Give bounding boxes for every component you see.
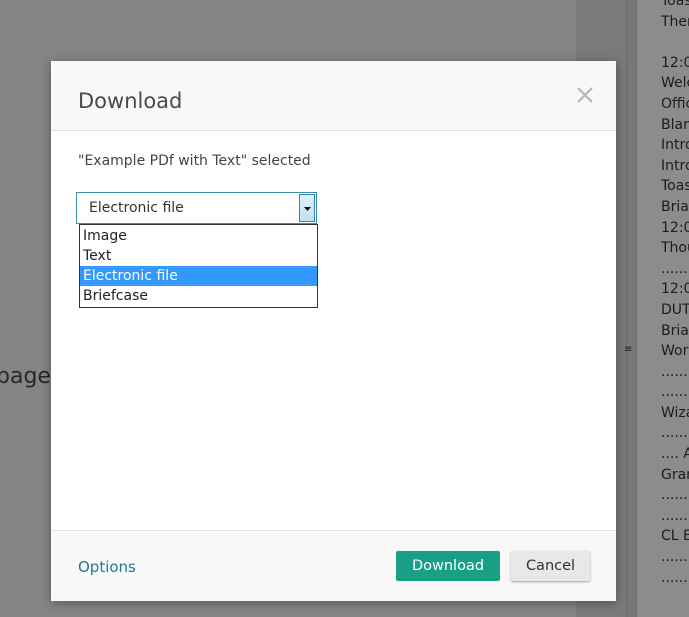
download-dialog: Download "Example PDf with Text" selecte… — [51, 61, 616, 601]
format-option-text[interactable]: Text — [80, 246, 317, 266]
download-button[interactable]: Download — [396, 551, 500, 581]
format-option-briefcase[interactable]: Briefcase — [80, 286, 317, 306]
format-dropdown-list: Image Text Electronic file Briefcase — [79, 224, 318, 308]
format-select[interactable]: Electronic file — [76, 192, 317, 224]
dialog-title: Download — [78, 89, 183, 113]
chevron-down-icon[interactable] — [299, 194, 315, 222]
close-icon[interactable] — [573, 83, 597, 107]
dialog-header: Download — [51, 61, 616, 131]
format-select-value: Electronic file — [89, 200, 184, 216]
format-option-electronic-file[interactable]: Electronic file — [80, 266, 317, 286]
options-link[interactable]: Options — [78, 558, 136, 576]
selected-item-note: "Example PDf with Text" selected — [78, 153, 311, 169]
format-option-image[interactable]: Image — [80, 226, 317, 246]
dialog-body: "Example PDf with Text" selected Electro… — [51, 131, 616, 530]
cancel-button[interactable]: Cancel — [511, 551, 590, 581]
dialog-footer: Options Download Cancel — [51, 530, 616, 601]
